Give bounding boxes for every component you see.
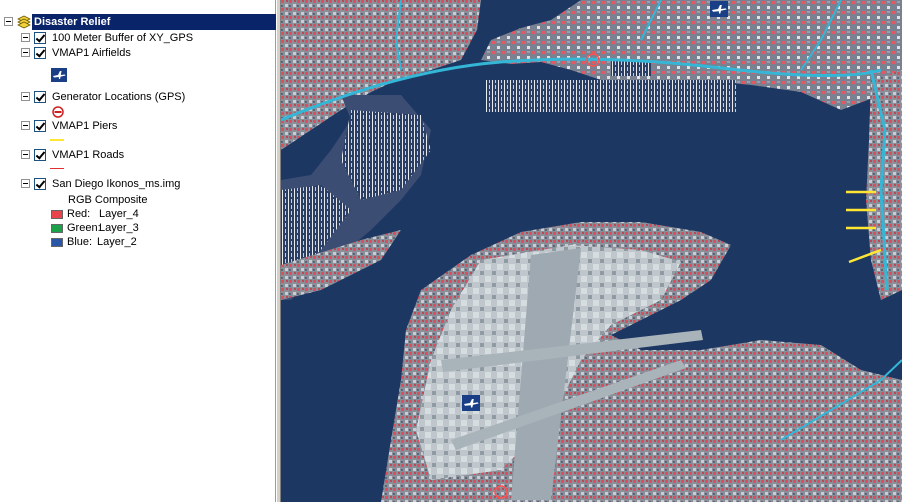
collapse-layer-expander[interactable] <box>21 92 30 101</box>
toc-layer-imagery[interactable]: San Diego Ikonos_ms.img <box>0 176 270 192</box>
band-blue-row: Blue: Layer_2 <box>0 234 270 250</box>
map-view[interactable] <box>281 0 902 502</box>
layer-visibility-checkbox[interactable] <box>34 91 46 103</box>
layer-visibility-checkbox[interactable] <box>34 47 46 59</box>
layer-label[interactable]: 100 Meter Buffer of XY_GPS <box>52 30 193 46</box>
layer-label[interactable]: VMAP1 Piers <box>52 118 117 134</box>
layer-visibility-checkbox[interactable] <box>34 149 46 161</box>
layer-visibility-checkbox[interactable] <box>34 120 46 132</box>
airplane-icon <box>53 71 66 79</box>
band-channel-label: Blue: <box>67 236 93 248</box>
toc-root-row[interactable]: Disaster Relief <box>4 14 276 30</box>
airfield-marker-icon[interactable] <box>462 395 480 411</box>
collapse-root-expander[interactable] <box>4 17 13 26</box>
airfield-marker-icon[interactable] <box>710 1 728 17</box>
collapse-layer-expander[interactable] <box>21 33 30 42</box>
toc-layer-piers[interactable]: VMAP1 Piers <box>0 118 270 134</box>
layer-label[interactable]: VMAP1 Roads <box>52 147 124 163</box>
collapse-layer-expander[interactable] <box>21 121 30 130</box>
layers-icon <box>17 15 31 29</box>
toc-layer-roads[interactable]: VMAP1 Roads <box>0 147 270 163</box>
layer-visibility-checkbox[interactable] <box>34 32 46 44</box>
green-swatch <box>51 224 63 233</box>
collapse-layer-expander[interactable] <box>21 179 30 188</box>
toc-layer-generators[interactable]: Generator Locations (GPS) <box>0 89 270 105</box>
collapse-layer-expander[interactable] <box>21 48 30 57</box>
layer-label[interactable]: Generator Locations (GPS) <box>52 89 185 105</box>
pier-line-symbol <box>50 139 64 141</box>
airfield-symbol <box>51 68 67 82</box>
blue-swatch <box>51 238 63 247</box>
layer-label[interactable]: VMAP1 Airfields <box>52 45 131 61</box>
layer-visibility-checkbox[interactable] <box>34 178 46 190</box>
table-of-contents: Disaster Relief 100 Meter Buffer of XY_G… <box>0 0 276 502</box>
red-swatch <box>51 210 63 219</box>
layer-label[interactable]: San Diego Ikonos_ms.img <box>52 176 180 192</box>
toc-layer-buffer[interactable]: 100 Meter Buffer of XY_GPS <box>0 30 270 46</box>
band-layer-label: Layer_2 <box>97 236 137 248</box>
toc-layer-airfields[interactable]: VMAP1 Airfields <box>0 45 270 61</box>
satellite-image[interactable] <box>281 0 902 502</box>
road-line-symbol <box>50 168 64 169</box>
data-frame-title[interactable]: Disaster Relief <box>32 14 276 30</box>
collapse-layer-expander[interactable] <box>21 150 30 159</box>
no-entry-icon <box>52 106 64 118</box>
